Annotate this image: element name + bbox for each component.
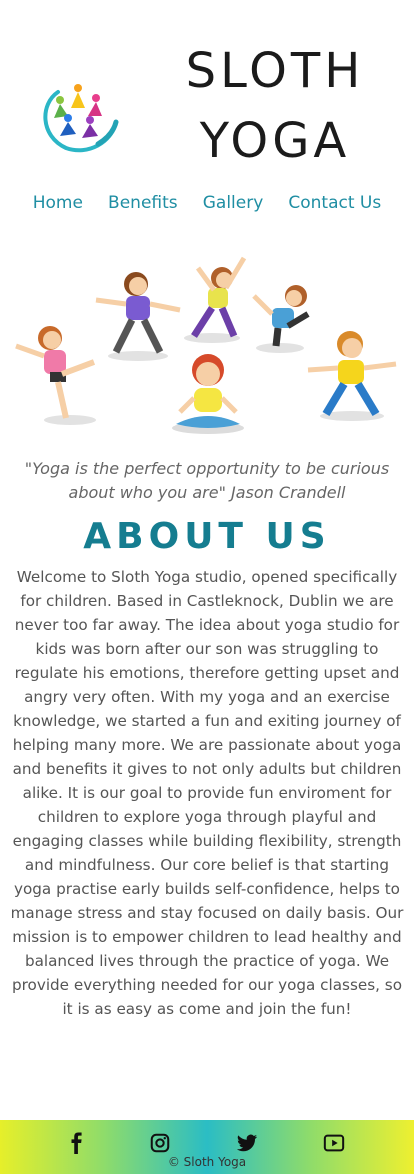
kid-illustration	[95, 272, 181, 361]
kid-illustration	[307, 331, 397, 421]
nav-contact-us[interactable]: Contact Us	[288, 193, 381, 213]
social-links	[0, 1132, 414, 1156]
copyright: © Sloth Yoga	[167, 1155, 247, 1169]
nav-benefits[interactable]: Benefits	[108, 193, 178, 213]
brand-title[interactable]: SLOTH YOGA	[160, 36, 390, 176]
kid-illustration	[252, 285, 310, 353]
kid-illustration	[184, 256, 247, 343]
hero-image	[15, 256, 397, 434]
brand-line-1: SLOTH	[185, 43, 365, 99]
main-nav: Home Benefits Gallery Contact Us	[0, 193, 414, 213]
instagram-icon[interactable]	[149, 1132, 171, 1154]
twitter-icon[interactable]	[236, 1132, 258, 1154]
header: SLOTH YOGA	[0, 0, 414, 190]
kid-illustration	[172, 354, 244, 434]
brand-line-2: YOGA	[199, 113, 351, 169]
footer: © Sloth Yoga	[0, 1120, 414, 1174]
about-title: ABOUT US	[83, 516, 331, 557]
kid-illustration	[15, 326, 96, 425]
about-text: Welcome to Sloth Yoga studio, opened spe…	[10, 568, 404, 1018]
nav-gallery[interactable]: Gallery	[203, 193, 264, 213]
youtube-icon[interactable]	[323, 1132, 345, 1154]
facebook-icon[interactable]	[66, 1132, 88, 1154]
nav-home[interactable]: Home	[33, 193, 83, 213]
hero-quote: "Yoga is the perfect opportunity to be c…	[24, 459, 390, 502]
logo[interactable]	[38, 74, 120, 154]
